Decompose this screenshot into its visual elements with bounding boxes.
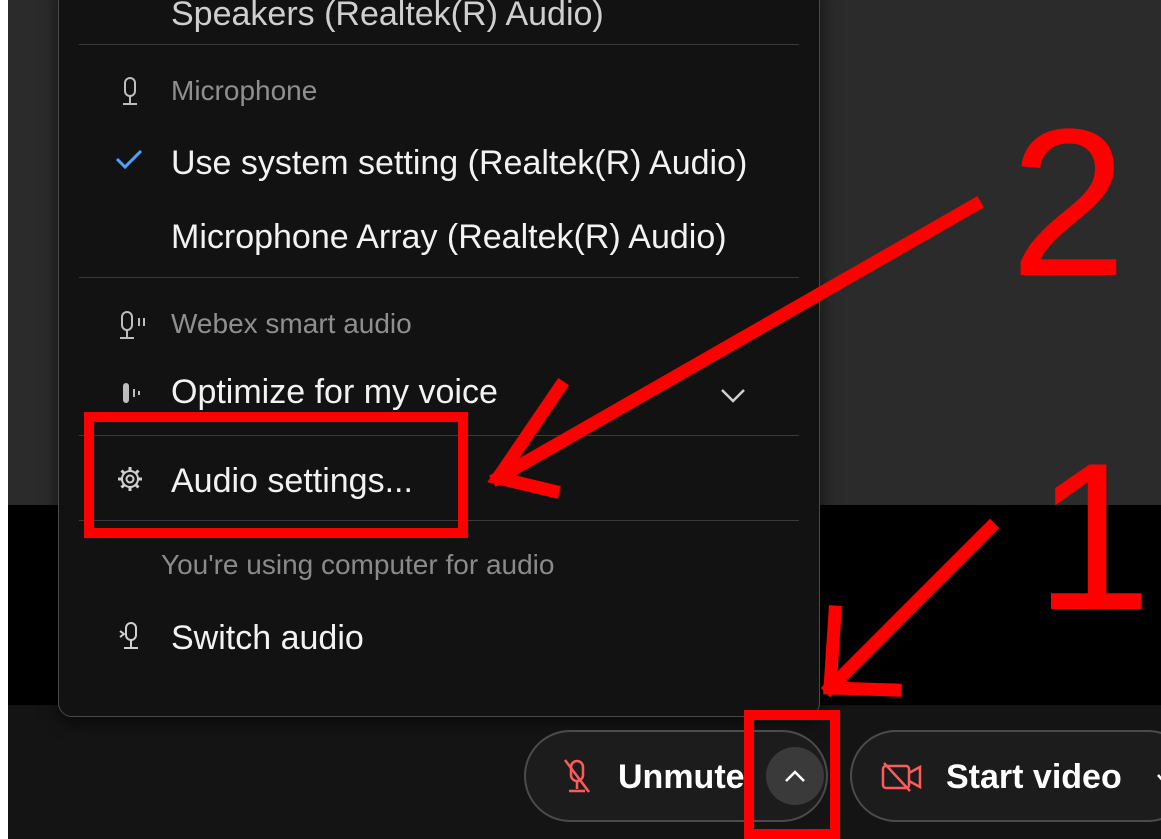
annotation-arrows [487, 196, 1000, 698]
annotation-arrow-2 [489, 196, 984, 487]
annotation-number-1: 1 [1035, 419, 1152, 654]
annotation-arrow-1 [820, 518, 1000, 698]
annotation-number-2: 2 [1010, 85, 1127, 320]
annotation-arrowhead-2 [487, 377, 570, 499]
screenshot-stage: Speakers (Realtek(R) Audio) Microphone U… [0, 0, 1161, 839]
